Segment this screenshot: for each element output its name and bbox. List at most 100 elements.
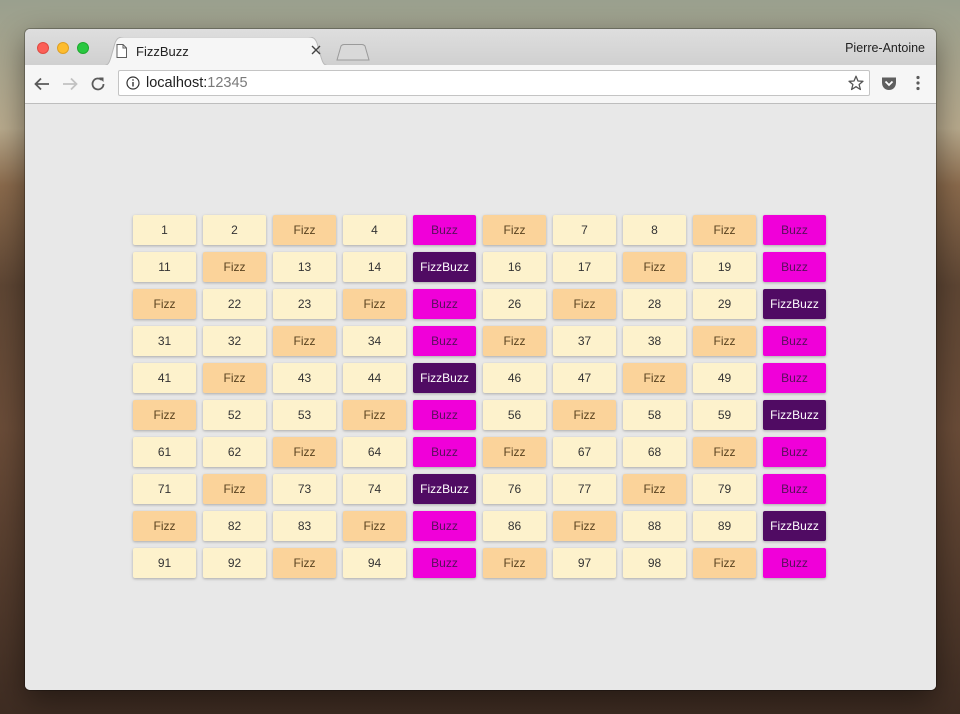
number-cell: 7 [553, 215, 616, 245]
window-close-button[interactable] [37, 42, 49, 54]
number-cell: 44 [343, 363, 406, 393]
number-cell: 53 [273, 400, 336, 430]
number-cell: 71 [133, 474, 196, 504]
fizz-cell: Fizz [553, 289, 616, 319]
number-cell: 32 [203, 326, 266, 356]
fizz-cell: Fizz [553, 511, 616, 541]
number-cell: 11 [133, 252, 196, 282]
fizz-cell: Fizz [203, 474, 266, 504]
number-cell: 13 [273, 252, 336, 282]
buzz-cell: Buzz [413, 289, 476, 319]
number-cell: 77 [553, 474, 616, 504]
number-cell: 73 [273, 474, 336, 504]
fizz-cell: Fizz [133, 400, 196, 430]
url-host: localhost: [146, 75, 208, 91]
kebab-menu-icon[interactable] [915, 75, 921, 96]
fizzbuzz-cell: FizzBuzz [413, 252, 476, 282]
title-bar: FizzBuzz Pierre-Antoine [25, 29, 936, 66]
fizz-cell: Fizz [623, 252, 686, 282]
fizz-cell: Fizz [553, 400, 616, 430]
fizzbuzz-grid: 1 2 Fizz 4 Buzz Fizz 7 8 Fizz Buzz 11 Fizz 13 14 FizzB… [133, 215, 826, 578]
arrow-left-icon[interactable] [33, 75, 51, 93]
tab-close-icon[interactable] [311, 43, 321, 57]
fizz-cell: Fizz [273, 437, 336, 467]
number-cell: 67 [553, 437, 616, 467]
document-icon [116, 44, 127, 63]
number-cell: 8 [623, 215, 686, 245]
fizz-cell: Fizz [483, 548, 546, 578]
number-cell: 22 [203, 289, 266, 319]
star-icon[interactable] [848, 75, 864, 96]
number-cell: 83 [273, 511, 336, 541]
fizz-cell: Fizz [483, 326, 546, 356]
number-cell: 29 [693, 289, 756, 319]
tab-title: FizzBuzz [136, 44, 189, 59]
number-cell: 28 [623, 289, 686, 319]
buzz-cell: Buzz [413, 400, 476, 430]
number-cell: 37 [553, 326, 616, 356]
new-tab-button[interactable] [336, 44, 370, 66]
buzz-cell: Buzz [763, 548, 826, 578]
number-cell: 88 [623, 511, 686, 541]
number-cell: 41 [133, 363, 196, 393]
reload-icon[interactable] [89, 75, 107, 93]
page-content: 1 2 Fizz 4 Buzz Fizz 7 8 Fizz Buzz 11 Fizz 13 14 FizzB… [25, 104, 936, 690]
address-bar[interactable]: localhost:12345 [118, 70, 870, 96]
number-cell: 49 [693, 363, 756, 393]
number-cell: 34 [343, 326, 406, 356]
url-port: 12345 [207, 75, 248, 91]
buzz-cell: Buzz [763, 215, 826, 245]
fizz-cell: Fizz [693, 548, 756, 578]
buzz-cell: Buzz [413, 326, 476, 356]
number-cell: 17 [553, 252, 616, 282]
tab-fizzbuzz[interactable]: FizzBuzz [100, 37, 332, 66]
pocket-icon[interactable] [881, 76, 897, 96]
fizz-cell: Fizz [693, 215, 756, 245]
number-cell: 16 [483, 252, 546, 282]
fizz-cell: Fizz [343, 400, 406, 430]
number-cell: 23 [273, 289, 336, 319]
number-cell: 76 [483, 474, 546, 504]
number-cell: 58 [623, 400, 686, 430]
number-cell: 59 [693, 400, 756, 430]
fizzbuzz-cell: FizzBuzz [413, 363, 476, 393]
number-cell: 26 [483, 289, 546, 319]
arrow-right-icon[interactable] [61, 75, 79, 93]
number-cell: 61 [133, 437, 196, 467]
number-cell: 79 [693, 474, 756, 504]
fizz-cell: Fizz [273, 548, 336, 578]
buzz-cell: Buzz [413, 511, 476, 541]
fizz-cell: Fizz [623, 363, 686, 393]
number-cell: 74 [343, 474, 406, 504]
tab-background [100, 37, 332, 66]
number-cell: 38 [623, 326, 686, 356]
profile-name[interactable]: Pierre-Antoine [845, 41, 925, 55]
buzz-cell: Buzz [413, 437, 476, 467]
window-maximize-button[interactable] [77, 42, 89, 54]
browser-toolbar: localhost:12345 [25, 65, 936, 104]
fizz-cell: Fizz [133, 511, 196, 541]
buzz-cell: Buzz [413, 215, 476, 245]
number-cell: 89 [693, 511, 756, 541]
number-cell: 97 [553, 548, 616, 578]
window-minimize-button[interactable] [57, 42, 69, 54]
buzz-cell: Buzz [763, 326, 826, 356]
fizz-cell: Fizz [483, 215, 546, 245]
number-cell: 92 [203, 548, 266, 578]
number-cell: 52 [203, 400, 266, 430]
fizz-cell: Fizz [623, 474, 686, 504]
fizz-cell: Fizz [343, 289, 406, 319]
fizzbuzz-cell: FizzBuzz [763, 511, 826, 541]
fizzbuzz-cell: FizzBuzz [763, 289, 826, 319]
fizz-cell: Fizz [133, 289, 196, 319]
url-text[interactable]: localhost:12345 [146, 75, 248, 91]
fizz-cell: Fizz [693, 437, 756, 467]
fizz-cell: Fizz [203, 252, 266, 282]
number-cell: 56 [483, 400, 546, 430]
number-cell: 14 [343, 252, 406, 282]
buzz-cell: Buzz [763, 252, 826, 282]
number-cell: 94 [343, 548, 406, 578]
info-icon[interactable] [126, 76, 140, 95]
number-cell: 46 [483, 363, 546, 393]
fizz-cell: Fizz [693, 326, 756, 356]
